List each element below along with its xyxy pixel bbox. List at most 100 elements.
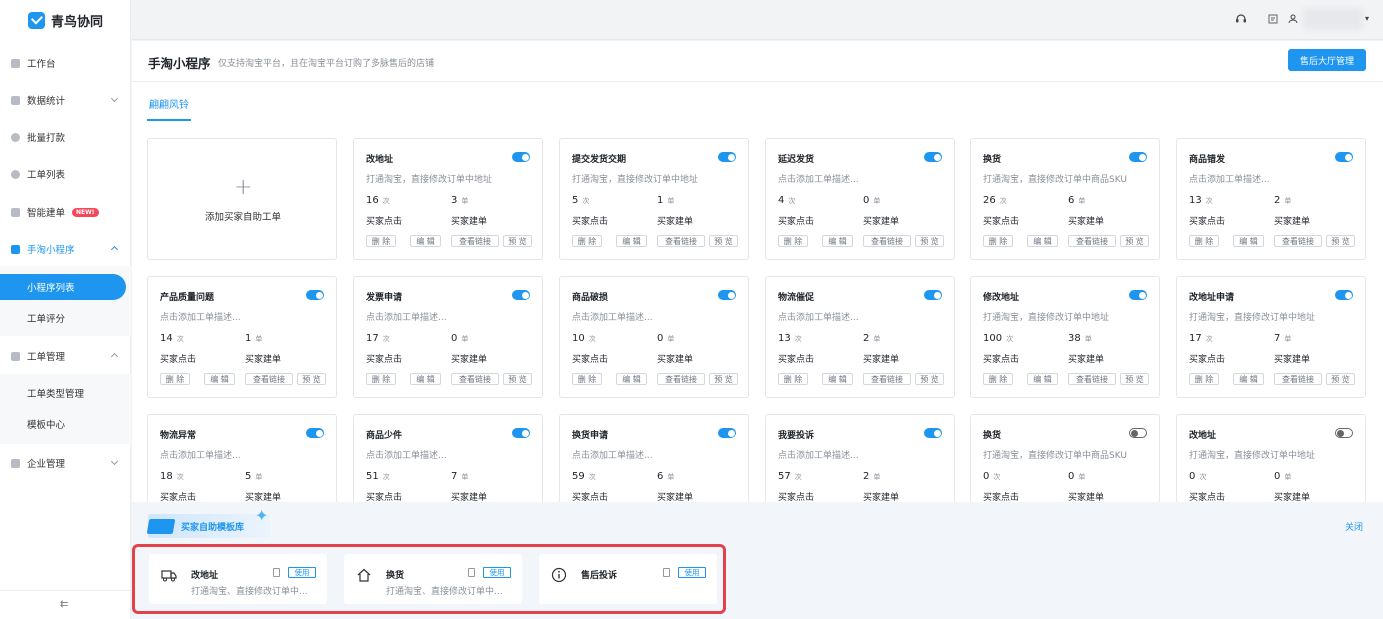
preview-button[interactable]: 预 览 [709, 235, 738, 247]
enable-toggle[interactable] [512, 428, 530, 438]
delete-button[interactable]: 删 除 [572, 373, 602, 385]
user-name-redacted[interactable] [1303, 8, 1363, 30]
card-desc[interactable]: 打通淘宝，直接修改订单中商品SKU [983, 172, 1127, 185]
card-desc[interactable]: 打通淘宝，直接修改订单中地址 [983, 310, 1109, 323]
nav-workbench[interactable]: 工作台 [0, 48, 131, 78]
card-desc[interactable]: 打通淘宝，直接修改订单中地址 [572, 172, 698, 185]
enable-toggle[interactable] [512, 290, 530, 300]
view-link-button[interactable]: 查看链接 [451, 373, 499, 385]
card-desc[interactable]: 打通淘宝，直接修改订单中地址 [1189, 448, 1315, 461]
delete-button[interactable]: 删 除 [160, 373, 190, 385]
view-link-button[interactable]: 查看链接 [1274, 373, 1322, 385]
delete-button[interactable]: 删 除 [366, 373, 396, 385]
headset-icon[interactable] [1235, 13, 1247, 25]
preview-button[interactable]: 预 览 [915, 373, 944, 385]
ticket-template-card[interactable]: 商品错发 点击添加工单描述... 13 次 2 单买家点击 买家建单删 除 编 辑查看链接预 … [1176, 138, 1366, 260]
edit-button[interactable]: 编 辑 [1027, 373, 1058, 385]
card-desc[interactable]: 点击添加工单描述... [366, 310, 447, 323]
after-sales-hall-button[interactable]: 售后大厅管理 [1288, 49, 1366, 71]
view-link-button[interactable]: 查看链接 [1274, 235, 1322, 247]
view-link-button[interactable]: 查看链接 [245, 373, 293, 385]
nav-ticket-list[interactable]: 工单列表 [0, 159, 131, 189]
ticket-template-card[interactable]: 产品质量问题 点击添加工单描述... 14 次 1 单买家点击 买家建单删 除 编 辑查看链接… [147, 276, 337, 398]
edit-button[interactable]: 编 辑 [204, 373, 235, 385]
preview-button[interactable]: 预 览 [297, 373, 326, 385]
enable-toggle[interactable] [924, 428, 942, 438]
preview-button[interactable]: 预 览 [503, 373, 532, 385]
chevron-down-icon[interactable]: ▾ [1361, 13, 1373, 25]
ticket-template-card[interactable]: 商品破损 点击添加工单描述... 10 次 0 单买家点击 买家建单删 除 编 辑查看链接预 … [559, 276, 749, 398]
view-link-button[interactable]: 查看链接 [863, 373, 911, 385]
nav-data-stats[interactable]: 数据统计 [0, 85, 131, 115]
enable-toggle[interactable] [718, 290, 736, 300]
sub-mini-program-list[interactable]: 小程序列表 [0, 274, 126, 300]
delete-button[interactable]: 删 除 [366, 235, 396, 247]
enable-toggle[interactable] [512, 152, 530, 162]
card-desc[interactable]: 打通淘宝，直接修改订单中地址 [1189, 310, 1315, 323]
delete-button[interactable]: 删 除 [778, 235, 808, 247]
nav-ticket-mgmt[interactable]: 工单管理 [0, 341, 131, 371]
sub-ticket-rating[interactable]: 工单评分 [0, 305, 126, 331]
app-logo[interactable]: 青鸟协同 [0, 0, 130, 40]
preview-button[interactable]: 预 览 [1120, 235, 1149, 247]
view-link-button[interactable]: 查看链接 [451, 235, 499, 247]
delete-button[interactable]: 删 除 [1189, 235, 1219, 247]
delete-button[interactable]: 删 除 [983, 373, 1013, 385]
view-link-button[interactable]: 查看链接 [657, 373, 705, 385]
nav-batch-pay[interactable]: 批量打款 [0, 122, 131, 152]
enable-toggle[interactable] [718, 428, 736, 438]
enable-toggle[interactable] [924, 152, 942, 162]
notes-icon[interactable] [1267, 13, 1279, 25]
view-link-button[interactable]: 查看链接 [863, 235, 911, 247]
preview-button[interactable]: 预 览 [1326, 373, 1355, 385]
edit-button[interactable]: 编 辑 [1233, 373, 1264, 385]
add-self-service-ticket-card[interactable]: + 添加买家自助工单 [147, 138, 337, 260]
ticket-template-card[interactable]: 延迟发货 点击添加工单描述... 4 次 0 单买家点击 买家建单删 除 编 辑查看链接预 览 [765, 138, 955, 260]
enable-toggle[interactable] [718, 152, 736, 162]
card-desc[interactable]: 点击添加工单描述... [778, 172, 859, 185]
card-desc[interactable]: 点击添加工单描述... [572, 448, 653, 461]
card-desc[interactable]: 打通淘宝，直接修改订单中地址 [366, 172, 492, 185]
nav-mini-program[interactable]: 手淘小程序 [0, 234, 131, 264]
preview-button[interactable]: 预 览 [503, 235, 532, 247]
delete-button[interactable]: 删 除 [572, 235, 602, 247]
edit-button[interactable]: 编 辑 [822, 373, 853, 385]
edit-button[interactable]: 编 辑 [822, 235, 853, 247]
delete-button[interactable]: 删 除 [1189, 373, 1219, 385]
view-link-button[interactable]: 查看链接 [657, 235, 705, 247]
ticket-template-card[interactable]: 改地址申请 打通淘宝，直接修改订单中地址 17 次 7 单买家点击 买家建单删 除 编 辑查看… [1176, 276, 1366, 398]
ticket-template-card[interactable]: 修改地址 打通淘宝，直接修改订单中地址 100 次 38 单买家点击 买家建单删 除 编 辑查… [970, 276, 1160, 398]
card-desc[interactable]: 点击添加工单描述... [572, 310, 653, 323]
card-desc[interactable]: 点击添加工单描述... [778, 310, 859, 323]
edit-button[interactable]: 编 辑 [410, 373, 441, 385]
edit-button[interactable]: 编 辑 [410, 235, 441, 247]
preview-button[interactable]: 预 览 [1120, 373, 1149, 385]
ticket-template-card[interactable]: 换货 打通淘宝，直接修改订单中商品SKU 26 次 6 单买家点击 买家建单删 除 编 辑查看… [970, 138, 1160, 260]
edit-button[interactable]: 编 辑 [616, 235, 647, 247]
card-desc[interactable]: 点击添加工单描述... [160, 310, 241, 323]
card-desc[interactable]: 点击添加工单描述... [160, 448, 241, 461]
enable-toggle[interactable] [1129, 428, 1147, 438]
enable-toggle[interactable] [306, 290, 324, 300]
edit-button[interactable]: 编 辑 [1233, 235, 1264, 247]
enable-toggle[interactable] [1129, 290, 1147, 300]
preview-button[interactable]: 预 览 [709, 373, 738, 385]
card-desc[interactable]: 点击添加工单描述... [778, 448, 859, 461]
enable-toggle[interactable] [924, 290, 942, 300]
user-icon[interactable] [1287, 13, 1299, 25]
enable-toggle[interactable] [1335, 428, 1353, 438]
enable-toggle[interactable] [1335, 152, 1353, 162]
ticket-template-card[interactable]: 提交发货交期 打通淘宝，直接修改订单中地址 5 次 1 单买家点击 买家建单删 除 编 辑查看… [559, 138, 749, 260]
ticket-template-card[interactable]: 发票申请 点击添加工单描述... 17 次 0 单买家点击 买家建单删 除 编 辑查看链接预 … [353, 276, 543, 398]
card-desc[interactable]: 打通淘宝，直接修改订单中商品SKU [983, 448, 1127, 461]
view-link-button[interactable]: 查看链接 [1068, 235, 1116, 247]
delete-button[interactable]: 删 除 [983, 235, 1013, 247]
nav-enterprise-mgmt[interactable]: 企业管理 [0, 448, 131, 478]
close-library-link[interactable]: 关闭 [1345, 520, 1363, 533]
edit-button[interactable]: 编 辑 [616, 373, 647, 385]
ticket-template-card[interactable]: 改地址 打通淘宝，直接修改订单中地址 16 次 3 单买家点击 买家建单删 除 编 辑查看链接… [353, 138, 543, 260]
card-desc[interactable]: 点击添加工单描述... [366, 448, 447, 461]
ticket-template-card[interactable]: 物流催促 点击添加工单描述... 13 次 2 单买家点击 买家建单删 除 编 辑查看链接预 … [765, 276, 955, 398]
view-link-button[interactable]: 查看链接 [1068, 373, 1116, 385]
preview-button[interactable]: 预 览 [915, 235, 944, 247]
